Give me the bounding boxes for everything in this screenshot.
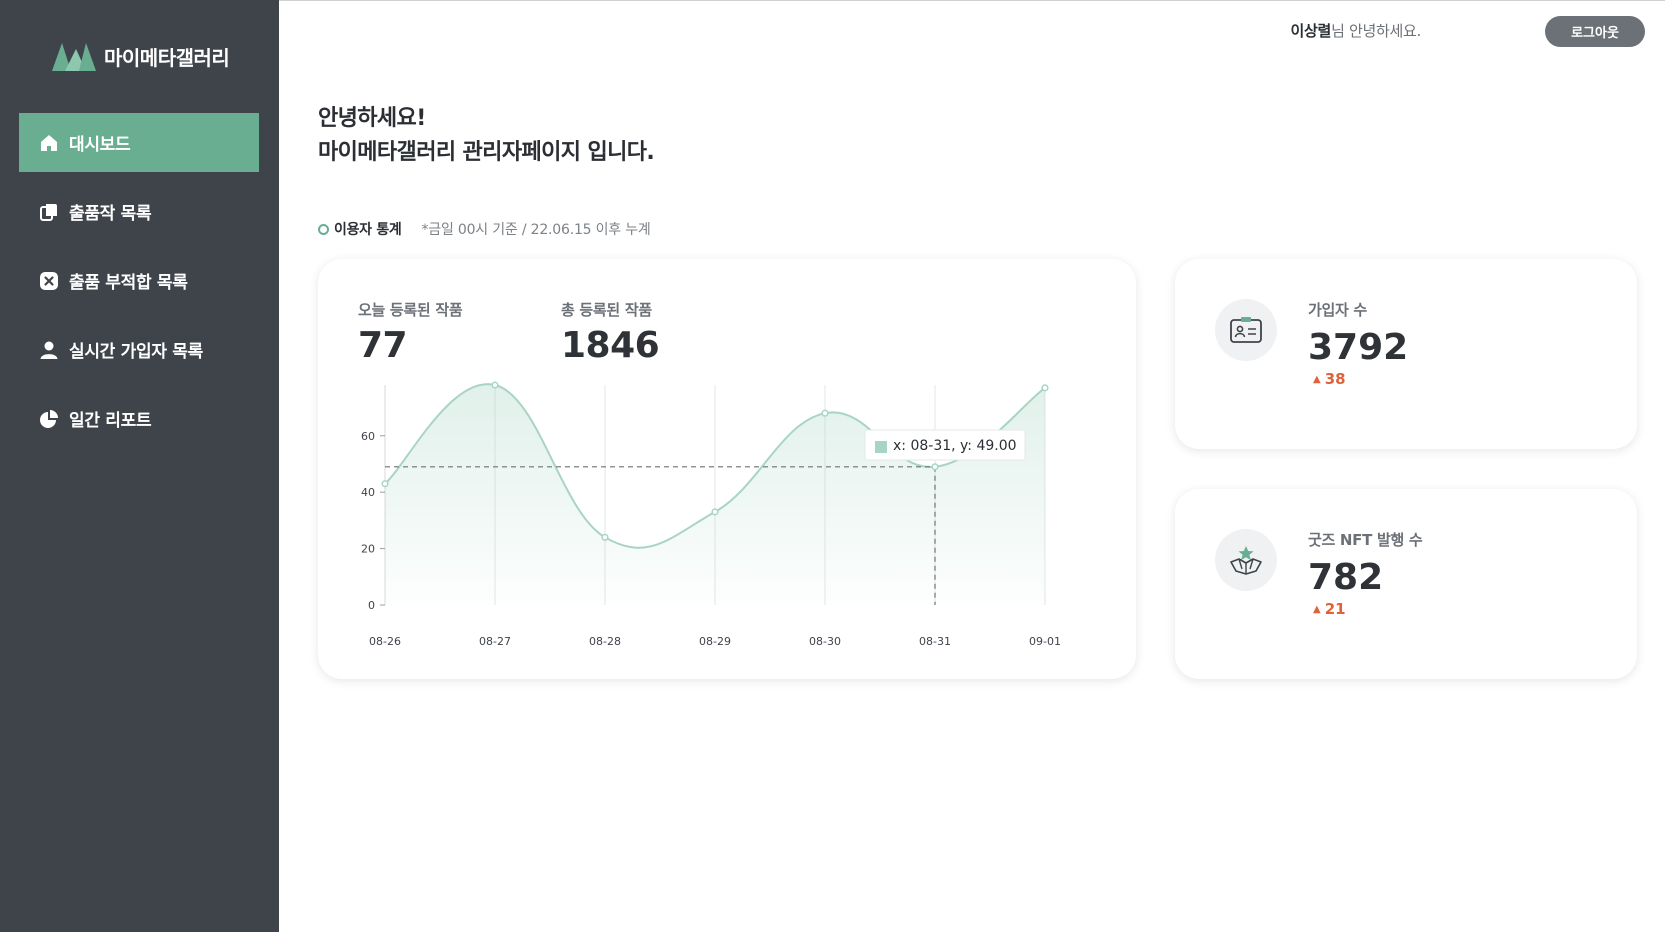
welcome-line-2: 마이메타갤러리 관리자페이지 입니다. [318, 140, 655, 165]
x-tick-label: 09-01 [1029, 635, 1061, 648]
x-tick-label: 08-30 [809, 635, 841, 648]
x-tick-label: 08-28 [589, 635, 621, 648]
x-tick-label: 08-31 [919, 635, 951, 648]
welcome-heading: 안녕하세요! 마이메타갤러리 관리자페이지 입니다. [318, 102, 655, 170]
up-arrow-icon: ▲ [1313, 603, 1321, 615]
nft-value: 782 [1308, 557, 1384, 598]
sidebar-item-dashboard[interactable]: 대시보드 [19, 113, 259, 172]
section-title: 이용자 통계 [334, 222, 402, 238]
sidebar-item-rejected[interactable]: 출품 부적합 목록 [19, 251, 259, 310]
data-point [491, 381, 499, 389]
nft-delta: ▲ 21 [1313, 600, 1346, 618]
nft-label: 굿즈 NFT 발행 수 [1308, 531, 1423, 549]
user-name: 이상렬 [1290, 22, 1332, 40]
x-tick-label: 08-27 [479, 635, 511, 648]
tooltip-text: x: 08-31, y: 49.00 [893, 438, 1017, 454]
data-point [711, 508, 719, 516]
sidebar-item-label: 출품 부적합 목록 [69, 273, 188, 293]
members-label: 가입자 수 [1308, 301, 1367, 319]
sidebar: 마이메타갤러리 대시보드 출품작 목록 출품 부적합 목록 실시간 가입자 목록 [0, 0, 279, 932]
data-point [1041, 384, 1049, 392]
x-tick-label: 08-26 [369, 635, 401, 648]
y-tick-label: 0 [368, 599, 375, 612]
data-point [821, 409, 829, 417]
today-value: 77 [358, 325, 408, 366]
section-note: *금일 00시 기준 / 22.06.15 이후 누계 [421, 222, 651, 238]
nft-card: 굿즈 NFT 발행 수 782 ▲ 21 [1175, 489, 1637, 679]
user-icon [39, 340, 59, 360]
members-card: 가입자 수 3792 ▲ 38 [1175, 259, 1637, 449]
id-card-icon [1215, 299, 1277, 361]
sidebar-item-label: 출품작 목록 [69, 204, 152, 224]
y-tick-label: 20 [361, 543, 375, 556]
logout-button[interactable]: 로그아웃 [1545, 16, 1645, 47]
logo-mark-icon [52, 42, 96, 71]
section-header: 이용자 통계 *금일 00시 기준 / 22.06.15 이후 누계 [318, 219, 651, 239]
data-point [381, 480, 389, 488]
members-delta: ▲ 38 [1313, 370, 1346, 388]
data-point [601, 533, 609, 541]
up-arrow-icon: ▲ [1313, 373, 1321, 385]
sidebar-item-label: 실시간 가입자 목록 [69, 342, 203, 362]
top-divider [279, 0, 1665, 1]
total-value: 1846 [561, 325, 660, 366]
copy-icon [39, 202, 59, 222]
members-delta-value: 38 [1324, 370, 1346, 388]
sidebar-item-members[interactable]: 실시간 가입자 목록 [19, 320, 259, 379]
star-box-icon [1215, 529, 1277, 591]
nft-delta-value: 21 [1324, 600, 1346, 618]
brand-name: 마이메타갤러리 [104, 46, 230, 70]
sidebar-item-label: 대시보드 [69, 135, 131, 155]
y-tick-label: 60 [361, 430, 375, 443]
circle-bullet-icon [318, 223, 329, 235]
data-point [931, 463, 939, 471]
sidebar-item-daily-report[interactable]: 일간 리포트 [19, 389, 259, 448]
pie-icon [39, 409, 59, 429]
welcome-line-1: 안녕하세요! [318, 106, 426, 131]
y-tick-label: 40 [361, 486, 375, 499]
today-label: 오늘 등록된 작품 [358, 301, 463, 319]
close-icon [39, 271, 59, 291]
total-label: 총 등록된 작품 [561, 301, 652, 319]
home-icon [39, 133, 59, 153]
registration-chart[interactable]: 0 20 40 60 08-26 08-27 08-28 08-29 08-30 08-31 09-… [340, 375, 1080, 655]
brand-logo[interactable]: 마이메타갤러리 [52, 42, 230, 71]
greeting-suffix: 님 안녕하세요. [1331, 22, 1421, 40]
members-value: 3792 [1308, 327, 1409, 368]
x-tick-label: 08-29 [699, 635, 731, 648]
sidebar-item-submissions[interactable]: 출품작 목록 [19, 182, 259, 241]
sidebar-item-label: 일간 리포트 [69, 411, 152, 431]
sidebar-nav: 대시보드 출품작 목록 출품 부적합 목록 실시간 가입자 목록 일간 리포트 [19, 113, 259, 458]
user-greeting: 이상렬님 안녕하세요. [1290, 20, 1422, 41]
tooltip-swatch [875, 441, 887, 453]
